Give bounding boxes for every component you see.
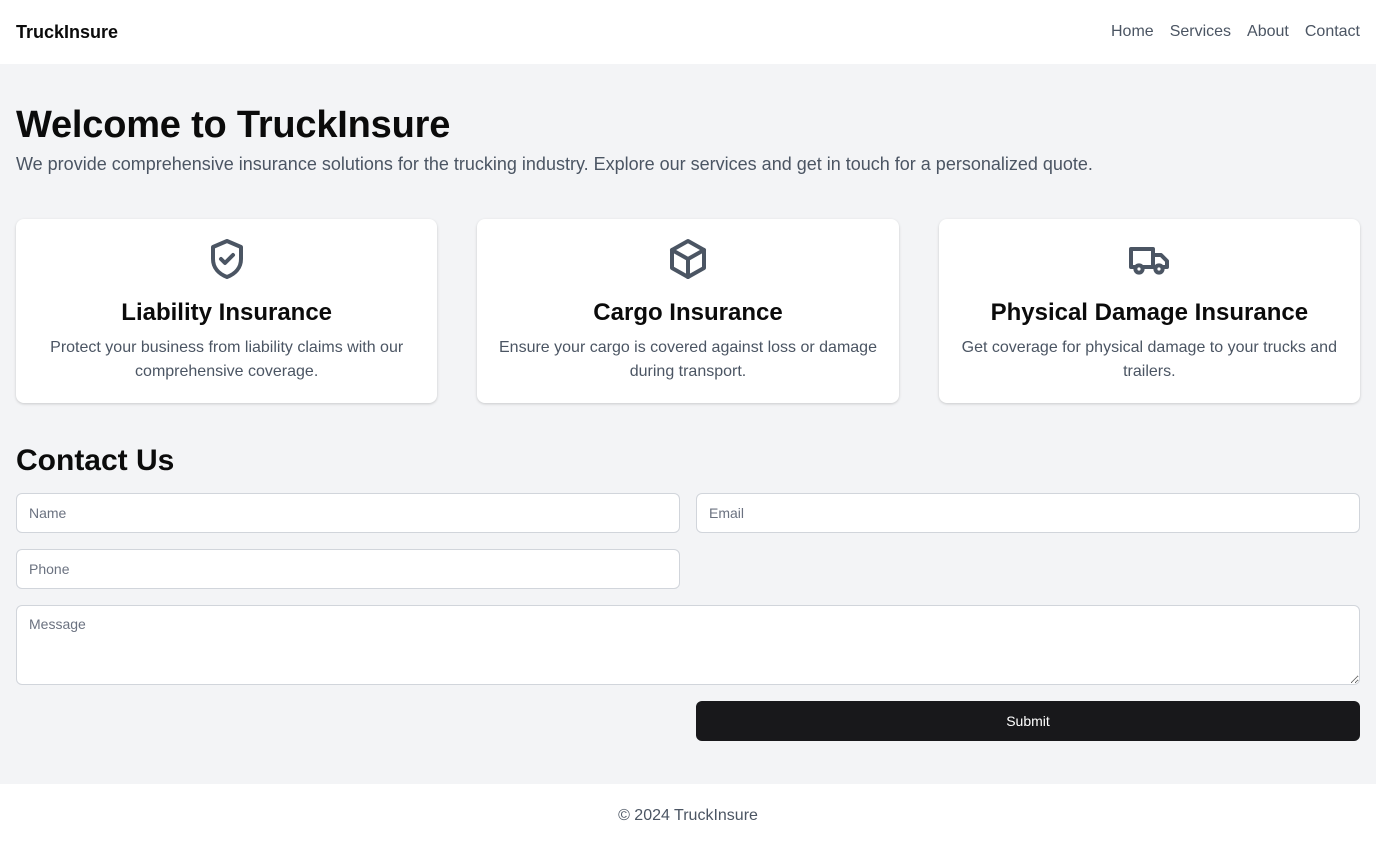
name-input[interactable] xyxy=(16,493,680,533)
form-row xyxy=(16,493,1360,533)
service-title: Liability Insurance xyxy=(121,299,333,326)
site-header: TruckInsure Home Services About Contact xyxy=(0,0,1376,64)
services-section: Liability Insurance Protect your busines… xyxy=(16,219,1360,403)
service-title: Physical Damage Insurance xyxy=(990,299,1309,326)
intro-text: We provide comprehensive insurance solut… xyxy=(16,154,1093,174)
nav-about[interactable]: About xyxy=(1247,23,1289,41)
truck-icon xyxy=(959,235,1340,283)
service-card-physical-damage: Physical Damage Insurance Get coverage f… xyxy=(938,219,1360,403)
submit-button[interactable]: Submit xyxy=(696,701,1360,741)
main-content: Welcome to TruckInsure We provide compre… xyxy=(0,64,1376,741)
brand-logo[interactable]: TruckInsure xyxy=(16,22,118,43)
email-input[interactable] xyxy=(696,493,1360,533)
page-title: Welcome to TruckInsure xyxy=(16,104,451,146)
service-title: Cargo Insurance xyxy=(593,299,783,326)
form-row xyxy=(16,605,1360,685)
form-row xyxy=(16,549,1360,589)
contact-title: Contact Us xyxy=(16,444,175,477)
service-description: Protect your business from liability cla… xyxy=(50,339,404,380)
shield-check-icon xyxy=(36,235,417,283)
phone-input[interactable] xyxy=(16,549,680,589)
nav-services[interactable]: Services xyxy=(1170,23,1231,41)
nav-contact[interactable]: Contact xyxy=(1305,23,1360,41)
service-description: Get coverage for physical damage to your… xyxy=(961,339,1337,380)
submit-row: Submit xyxy=(16,701,1360,741)
nav-home[interactable]: Home xyxy=(1111,23,1154,41)
footer-copyright: © 2024 TruckInsure xyxy=(618,807,758,824)
service-card-cargo: Cargo Insurance Ensure your cargo is cov… xyxy=(477,219,899,403)
main-nav: Home Services About Contact xyxy=(1111,23,1360,41)
site-footer: © 2024 TruckInsure xyxy=(0,784,1376,848)
message-textarea[interactable] xyxy=(16,605,1360,685)
service-description: Ensure your cargo is covered against los… xyxy=(499,339,877,380)
service-card-liability: Liability Insurance Protect your busines… xyxy=(16,219,438,403)
box-icon xyxy=(497,235,878,283)
contact-form: Submit xyxy=(16,493,1360,741)
